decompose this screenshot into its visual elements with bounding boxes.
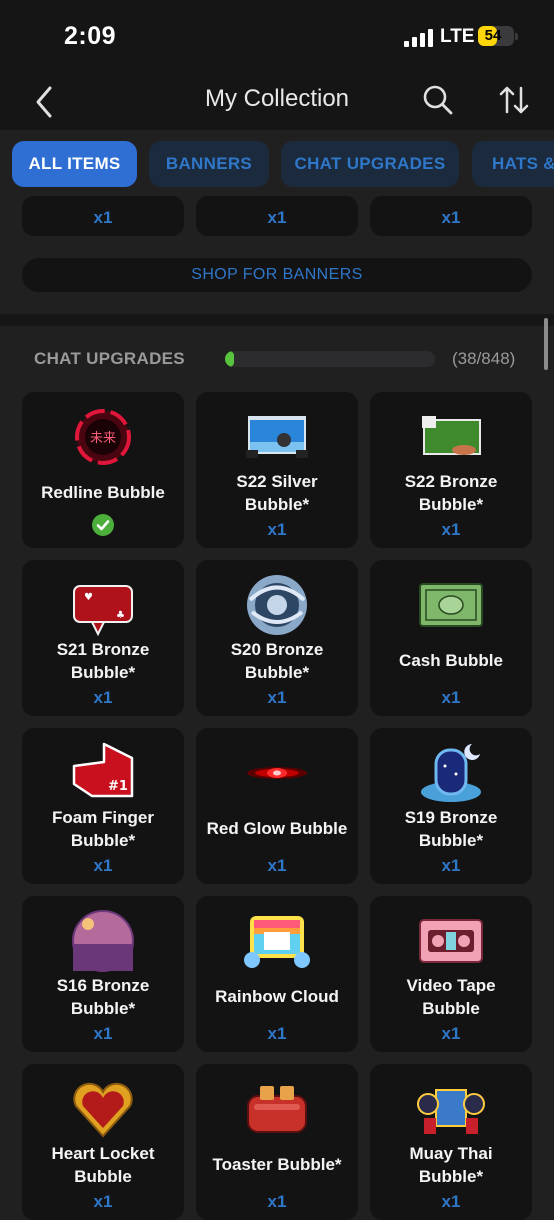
item-card[interactable]: Video Tape Bubble x1 bbox=[370, 896, 532, 1052]
redline-bubble-icon: 未来 bbox=[75, 409, 131, 465]
s19-bronze-bubble-icon bbox=[421, 744, 481, 802]
item-quantity: x1 bbox=[267, 688, 287, 707]
item-card[interactable]: Red Glow Bubble x1 bbox=[196, 728, 358, 884]
item-quantity: x1 bbox=[93, 856, 113, 875]
item-card[interactable]: #1 Foam Finger Bubble* x1 bbox=[22, 728, 184, 884]
item-name: Muay Thai Bubble* bbox=[409, 1144, 493, 1186]
equipped-check-icon bbox=[92, 514, 114, 536]
item-quantity: x1 bbox=[441, 688, 461, 707]
banner-quantity: x1 bbox=[441, 208, 461, 227]
item-name: S22 Silver Bubble* bbox=[236, 472, 318, 514]
item-card[interactable]: Heart Locket Bubble x1 bbox=[22, 1064, 184, 1220]
item-quantity: x1 bbox=[441, 1024, 461, 1043]
red-glow-bubble-icon bbox=[247, 767, 307, 779]
shop-for-banners-button[interactable]: SHOP FOR BANNERS bbox=[22, 258, 532, 292]
heart-locket-bubble-icon bbox=[73, 1082, 133, 1138]
network-label: LTE bbox=[440, 26, 475, 47]
status-bar: 2:09 LTE 54 bbox=[0, 0, 554, 76]
item-quantity: x1 bbox=[441, 1192, 461, 1211]
item-quantity: x1 bbox=[267, 1024, 287, 1043]
item-name: Video Tape Bubble bbox=[406, 976, 496, 1018]
svg-text:未来: 未来 bbox=[90, 431, 116, 446]
nav-bar: My Collection bbox=[0, 76, 554, 130]
item-name: S22 Bronze Bubble* bbox=[404, 472, 498, 514]
collection-progress-bar bbox=[225, 351, 435, 367]
item-name: S16 Bronze Bubble* bbox=[56, 976, 150, 1018]
item-name: Rainbow Cloud bbox=[215, 987, 339, 1006]
collection-count: (38/848) bbox=[452, 349, 516, 368]
signal-icon bbox=[404, 29, 434, 47]
item-name: Redline Bubble bbox=[41, 483, 165, 502]
item-card[interactable]: Toaster Bubble* x1 bbox=[196, 1064, 358, 1220]
cash-bubble-icon bbox=[419, 583, 483, 627]
banner-card[interactable]: x1 bbox=[370, 196, 532, 236]
page-title: My Collection bbox=[204, 85, 350, 112]
item-card[interactable]: S22 Silver Bubble* x1 bbox=[196, 392, 358, 548]
svg-text:#1: #1 bbox=[108, 779, 128, 794]
s22-bronze-bubble-icon bbox=[422, 416, 481, 455]
item-card[interactable]: 未来 Redline Bubble bbox=[22, 392, 184, 548]
item-name: Red Glow Bubble bbox=[206, 819, 348, 838]
item-card[interactable]: Cash Bubble x1 bbox=[370, 560, 532, 716]
item-quantity: x1 bbox=[93, 1024, 113, 1043]
toaster-bubble-icon bbox=[247, 1086, 307, 1133]
tab-hats[interactable]: HATS & bbox=[472, 141, 554, 187]
rainbow-cloud-icon bbox=[244, 916, 310, 968]
item-name: S19 Bronze Bubble* bbox=[404, 808, 498, 850]
svg-text:♥: ♥ bbox=[84, 592, 93, 603]
item-card[interactable]: Rainbow Cloud x1 bbox=[196, 896, 358, 1052]
section-divider bbox=[0, 314, 554, 326]
item-name: S21 Bronze Bubble* bbox=[56, 640, 150, 682]
item-card[interactable]: ♥ ♣ S21 Bronze Bubble* x1 bbox=[22, 560, 184, 716]
item-quantity: x1 bbox=[267, 520, 287, 539]
tab-chat-upgrades[interactable]: CHAT UPGRADES bbox=[281, 141, 459, 187]
foam-finger-bubble-icon: #1 bbox=[72, 742, 134, 798]
scrollbar[interactable] bbox=[544, 318, 548, 370]
category-tabs: ALL ITEMS BANNERS CHAT UPGRADES HATS & bbox=[0, 130, 554, 198]
item-name: Foam Finger Bubble* bbox=[51, 808, 154, 850]
banner-quantity: x1 bbox=[93, 208, 113, 227]
sort-icon[interactable] bbox=[496, 82, 532, 118]
item-card[interactable]: S20 Bronze Bubble* x1 bbox=[196, 560, 358, 716]
item-quantity: x1 bbox=[93, 1192, 113, 1211]
muay-thai-bubble-icon bbox=[417, 1089, 485, 1134]
svg-text:♣: ♣ bbox=[116, 610, 125, 621]
s20-bronze-bubble-icon bbox=[247, 575, 307, 635]
clock: 2:09 bbox=[64, 22, 117, 50]
item-card[interactable]: S16 Bronze Bubble* x1 bbox=[22, 896, 184, 1052]
banner-quantity: x1 bbox=[267, 208, 287, 227]
battery-icon: 54 bbox=[478, 26, 518, 46]
item-quantity: x1 bbox=[441, 520, 461, 539]
section-title: CHAT UPGRADES bbox=[34, 349, 185, 368]
item-quantity: x1 bbox=[267, 856, 287, 875]
s21-bronze-bubble-icon: ♥ ♣ bbox=[73, 585, 133, 637]
item-name: S20 Bronze Bubble* bbox=[230, 640, 324, 682]
item-name: Cash Bubble bbox=[399, 651, 503, 670]
item-quantity: x1 bbox=[441, 856, 461, 875]
s22-silver-bubble-icon bbox=[246, 416, 308, 458]
tab-all-items[interactable]: ALL ITEMS bbox=[12, 141, 137, 187]
banner-card[interactable]: x1 bbox=[22, 196, 184, 236]
item-card[interactable]: S22 Bronze Bubble* x1 bbox=[370, 392, 532, 548]
search-icon[interactable] bbox=[420, 82, 456, 118]
banner-card[interactable]: x1 bbox=[196, 196, 358, 236]
item-quantity: x1 bbox=[267, 1192, 287, 1211]
tab-banners[interactable]: BANNERS bbox=[149, 141, 269, 187]
item-card[interactable]: S19 Bronze Bubble* x1 bbox=[370, 728, 532, 884]
battery-level: 54 bbox=[484, 27, 502, 44]
video-tape-bubble-icon bbox=[419, 919, 483, 963]
item-name: Heart Locket Bubble bbox=[51, 1144, 155, 1186]
item-card[interactable]: Muay Thai Bubble* x1 bbox=[370, 1064, 532, 1220]
item-name: Toaster Bubble* bbox=[212, 1155, 342, 1174]
s16-bronze-bubble-icon bbox=[72, 910, 134, 972]
item-quantity: x1 bbox=[93, 688, 113, 707]
